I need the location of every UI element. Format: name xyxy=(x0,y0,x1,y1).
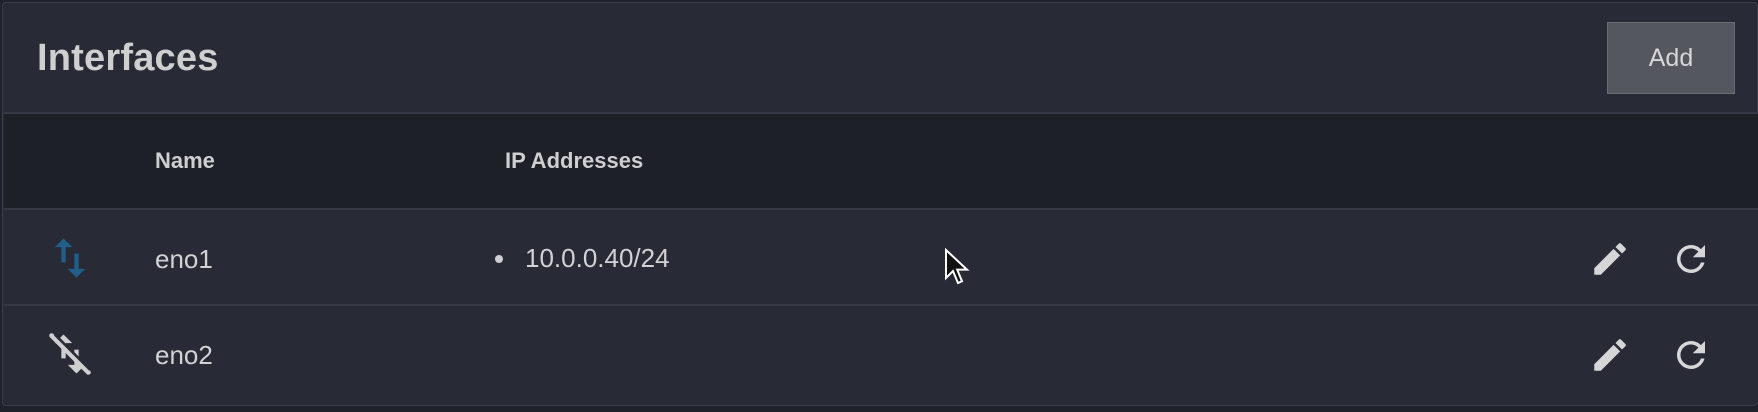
card-title: Interfaces xyxy=(37,37,219,79)
interface-name: eno1 xyxy=(155,244,213,274)
pencil-icon[interactable] xyxy=(1589,334,1631,376)
table-row[interactable]: eno2 xyxy=(4,306,1758,402)
interface-name: eno2 xyxy=(155,340,213,370)
refresh-icon[interactable] xyxy=(1670,334,1712,376)
column-header-ip-addresses[interactable]: IP Addresses xyxy=(505,148,643,174)
pencil-icon[interactable] xyxy=(1589,238,1631,280)
add-interface-button[interactable]: Add xyxy=(1607,22,1735,94)
interfaces-table: Name IP Addresses eno1 10.0.0.40/24 eno2 xyxy=(4,112,1758,402)
ip-address-list: 10.0.0.40/24 xyxy=(495,243,670,274)
link-down-arrows-icon xyxy=(49,333,91,375)
list-item: 10.0.0.40/24 xyxy=(495,243,670,274)
column-header-name[interactable]: Name xyxy=(155,148,215,174)
table-row[interactable]: eno1 10.0.0.40/24 xyxy=(4,210,1758,306)
link-up-arrows-icon xyxy=(54,238,86,278)
refresh-icon[interactable] xyxy=(1670,238,1712,280)
bullet xyxy=(495,254,503,263)
ip-address: 10.0.0.40/24 xyxy=(525,243,670,273)
card-header: Interfaces Add xyxy=(3,3,1757,115)
table-header: Name IP Addresses xyxy=(4,112,1758,210)
